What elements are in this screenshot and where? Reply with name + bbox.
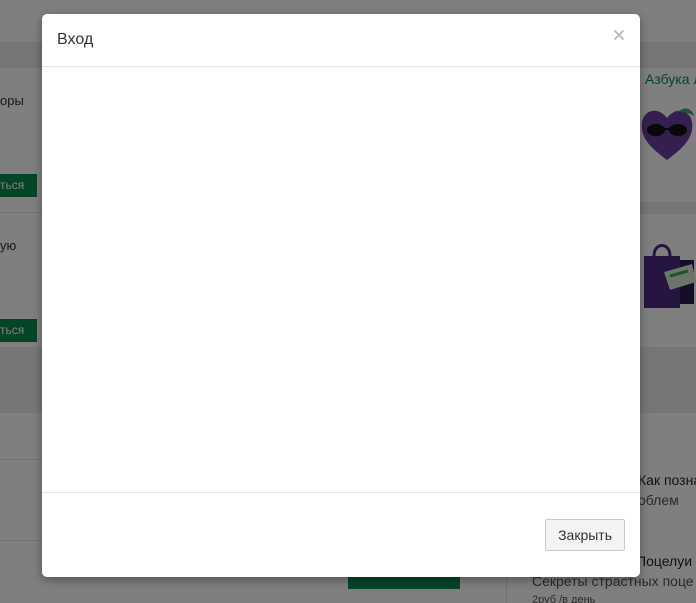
login-modal: Вход Закрыть xyxy=(42,14,640,577)
modal-title: Вход xyxy=(57,31,94,48)
modal-body xyxy=(42,67,640,492)
modal-header: Вход xyxy=(42,14,640,67)
modal-footer: Закрыть xyxy=(42,492,640,578)
close-icon[interactable] xyxy=(612,28,626,42)
close-button[interactable]: Закрыть xyxy=(545,519,625,551)
